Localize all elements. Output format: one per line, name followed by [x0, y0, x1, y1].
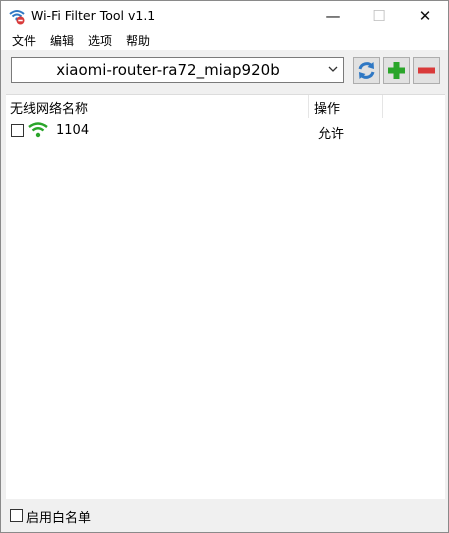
row-network-name: 1104 [56, 123, 90, 138]
chevron-down-icon [328, 66, 338, 72]
column-divider[interactable] [382, 95, 383, 118]
column-header-name[interactable]: 无线网络名称 [10, 98, 88, 117]
menu-edit[interactable]: 编辑 [50, 32, 74, 49]
list-header: 无线网络名称 操作 [6, 95, 445, 118]
window-title: Wi-Fi Filter Tool v1.1 [31, 8, 156, 23]
wifi-icon [28, 122, 48, 138]
table-row[interactable]: 1104 允许 [6, 120, 445, 142]
plus-icon [388, 62, 405, 79]
row-action: 允许 [318, 127, 345, 142]
row-checkbox[interactable] [11, 124, 24, 137]
menu-file[interactable]: 文件 [12, 32, 36, 49]
refresh-icon [358, 62, 375, 79]
minimize-button[interactable]: — [310, 1, 356, 31]
column-divider[interactable] [308, 95, 309, 118]
network-list: 无线网络名称 操作 1104 允许 [6, 94, 445, 500]
menu-help[interactable]: 帮助 [126, 32, 150, 49]
wifi-filter-app-icon [9, 10, 25, 25]
maximize-button[interactable]: ☐ [356, 1, 402, 31]
menu-bar: 文件 编辑 选项 帮助 [1, 31, 448, 50]
toolbar: xiaomi-router-ra72_miap920b [1, 50, 448, 94]
refresh-button[interactable] [353, 57, 380, 84]
column-header-action[interactable]: 操作 [314, 98, 340, 117]
add-button[interactable] [383, 57, 410, 84]
app-window: Wi-Fi Filter Tool v1.1 — ☐ ✕ 文件 编辑 选项 帮助… [0, 0, 449, 533]
remove-button[interactable] [413, 57, 440, 84]
whitelist-label[interactable]: 启用白名单 [26, 507, 91, 526]
menu-options[interactable]: 选项 [88, 32, 112, 49]
interface-select-value: xiaomi-router-ra72_miap920b [56, 61, 280, 79]
minus-icon [418, 67, 435, 74]
title-bar: Wi-Fi Filter Tool v1.1 — ☐ ✕ [1, 1, 448, 31]
whitelist-checkbox[interactable] [10, 509, 23, 522]
footer: 启用白名单 [1, 499, 448, 532]
interface-select[interactable]: xiaomi-router-ra72_miap920b [11, 57, 344, 83]
close-button[interactable]: ✕ [402, 1, 448, 31]
